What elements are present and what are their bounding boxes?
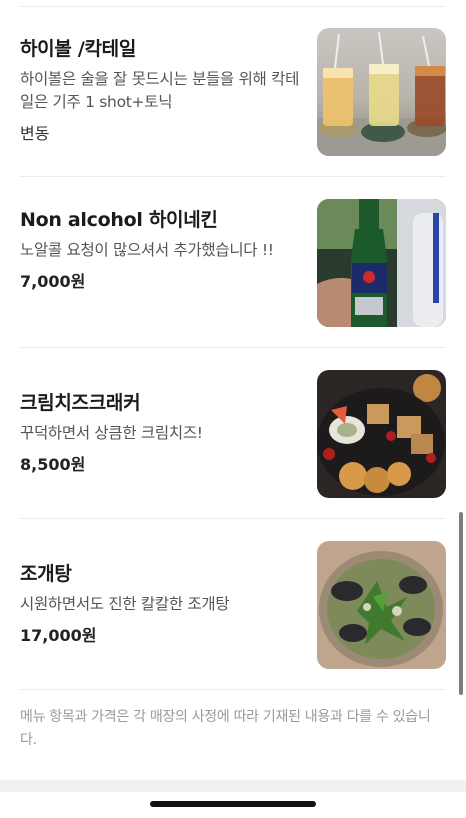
menu-item-name: 조개탕 <box>20 563 72 585</box>
menu-item-description: 노알콜 요청이 많으셔서 추가했습니다 !! <box>20 241 274 259</box>
menu-item-text: 조개탕 시원하면서도 진한 칼칼한 조개탕 17,000원 <box>20 561 300 647</box>
menu-item-name: 크림치즈크래커 <box>20 392 141 414</box>
scrollbar[interactable] <box>459 512 463 695</box>
menu-item-highball[interactable]: 하이볼 /칵테일 하이볼은 술을 잘 못드시는 분들을 위해 칵테일은 기주 1… <box>20 6 446 177</box>
menu-item-text: 크림치즈크래커 꾸덕하면서 상큼한 크림치즈! 8,500원 <box>20 390 300 476</box>
cheese-cracker-plate-photo-icon[interactable] <box>317 370 446 498</box>
menu-item-cream-cheese-cracker[interactable]: 크림치즈크래커 꾸덕하면서 상큼한 크림치즈! 8,500원 <box>20 348 446 519</box>
menu-list: 하이볼 /칵테일 하이볼은 술을 잘 못드시는 분들을 위해 칵테일은 기주 1… <box>0 6 466 690</box>
section-separator <box>0 780 466 792</box>
menu-item-text: 하이볼 /칵테일 하이볼은 술을 잘 못드시는 분들을 위해 칵테일은 기주 1… <box>20 36 300 145</box>
clam-soup-photo-icon[interactable] <box>317 541 446 669</box>
home-indicator[interactable] <box>150 801 316 807</box>
menu-item-text: Non alcohol 하이네킨 노알콜 요청이 많으셔서 추가했습니다 !! … <box>20 207 300 293</box>
menu-item-price: 변동 <box>20 124 50 143</box>
menu-item-description: 꾸덕하면서 상큼한 크림치즈! <box>20 424 203 442</box>
menu-item-price: 17,000원 <box>20 626 97 645</box>
highball-cocktail-photo-icon[interactable] <box>317 28 446 156</box>
menu-item-clam-soup[interactable]: 조개탕 시원하면서도 진한 칼칼한 조개탕 17,000원 <box>20 519 446 690</box>
menu-item-price: 7,000원 <box>20 272 86 291</box>
menu-price-notice: 메뉴 항목과 가격은 각 매장의 사정에 따라 기재된 내용과 다를 수 있습니… <box>20 709 431 748</box>
menu-item-description: 시원하면서도 진한 칼칼한 조개탕 <box>20 595 230 613</box>
heineken-bottle-photo-icon[interactable] <box>317 199 446 327</box>
menu-item-price: 8,500원 <box>20 455 86 474</box>
menu-item-non-alcohol-heineken[interactable]: Non alcohol 하이네킨 노알콜 요청이 많으셔서 추가했습니다 !! … <box>20 177 446 348</box>
menu-item-name: Non alcohol 하이네킨 <box>20 209 218 231</box>
menu-item-description: 하이볼은 술을 잘 못드시는 분들을 위해 칵테일은 기주 1 shot+토닉 <box>20 70 300 111</box>
menu-item-name: 하이볼 /칵테일 <box>20 38 137 60</box>
